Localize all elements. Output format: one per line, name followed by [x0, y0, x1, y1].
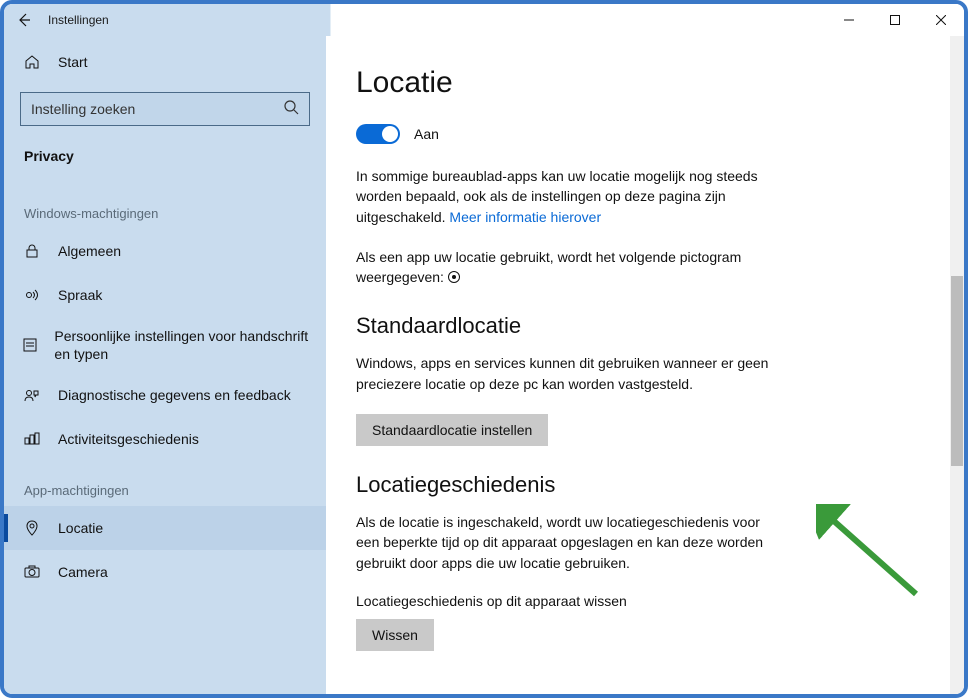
sidebar-item-camera[interactable]: Camera [4, 550, 326, 594]
back-button[interactable] [4, 4, 44, 36]
location-history-para: Als de locatie is ingeschakeld, wordt uw… [356, 512, 786, 573]
activity-icon [22, 431, 42, 447]
maximize-button[interactable] [872, 4, 918, 36]
clear-history-button[interactable]: Wissen [356, 619, 434, 651]
default-location-para: Windows, apps en services kunnen dit geb… [356, 353, 786, 394]
search-field[interactable] [31, 101, 283, 117]
home-label: Start [58, 54, 88, 70]
sidebar-item-speech[interactable]: Spraak [4, 273, 326, 317]
window-title: Instellingen [48, 13, 109, 27]
clear-history-label: Locatiegeschiedenis op dit apparaat wiss… [356, 593, 924, 609]
home-icon [22, 54, 42, 70]
default-location-heading: Standaardlocatie [356, 313, 924, 339]
location-icon-note: Als een app uw locatie gebruikt, wordt h… [356, 247, 786, 288]
titlebar: Instellingen [4, 4, 964, 36]
sidebar-item-label: Activiteitsgeschiedenis [58, 430, 199, 448]
sidebar: Start Privacy Windows-machtigingen Algem… [4, 36, 326, 694]
close-button[interactable] [918, 4, 964, 36]
sidebar-item-label: Spraak [58, 286, 102, 304]
group-windows-permissions: Windows-machtigingen [4, 184, 326, 229]
toggle-label: Aan [414, 126, 439, 142]
settings-window: Instellingen Start P [0, 0, 968, 698]
scrollbar-thumb[interactable] [951, 276, 963, 466]
arrow-left-icon [16, 12, 32, 28]
speech-icon [22, 287, 42, 303]
annotation-arrow [816, 504, 926, 604]
inking-icon [22, 337, 38, 353]
page-title: Locatie [356, 66, 924, 100]
location-icon [22, 520, 42, 536]
location-toggle[interactable] [356, 124, 400, 144]
sidebar-item-diagnostics[interactable]: Diagnostische gegevens en feedback [4, 373, 326, 417]
location-history-heading: Locatiegeschiedenis [356, 472, 924, 498]
home-button[interactable]: Start [4, 42, 326, 82]
search-input[interactable] [20, 92, 310, 126]
camera-icon [22, 564, 42, 580]
group-app-permissions: App-machtigingen [4, 461, 326, 506]
search-icon [283, 99, 299, 120]
sidebar-item-label: Locatie [58, 519, 103, 537]
sidebar-item-inking[interactable]: Persoonlijke instellingen voor handschri… [4, 317, 326, 373]
sidebar-item-label: Diagnostische gegevens en feedback [58, 386, 291, 404]
sidebar-item-general[interactable]: Algemeen [4, 229, 326, 273]
sidebar-item-location[interactable]: Locatie [4, 506, 326, 550]
scrollbar[interactable] [950, 36, 964, 694]
sidebar-item-activity[interactable]: Activiteitsgeschiedenis [4, 417, 326, 461]
sidebar-item-label: Persoonlijke instellingen voor handschri… [54, 327, 310, 363]
category-label: Privacy [4, 136, 326, 184]
content-pane: Locatie Aan In sommige bureaublad-apps k… [326, 36, 964, 694]
more-info-link[interactable]: Meer informatie hierover [449, 209, 601, 225]
window-controls [826, 4, 964, 36]
lock-icon [22, 243, 42, 259]
sidebar-item-label: Camera [58, 563, 108, 581]
sidebar-item-label: Algemeen [58, 242, 121, 260]
feedback-icon [22, 387, 42, 403]
location-in-use-icon [448, 271, 460, 283]
minimize-button[interactable] [826, 4, 872, 36]
desktop-apps-note: In sommige bureaublad-apps kan uw locati… [356, 166, 786, 227]
set-default-location-button[interactable]: Standaardlocatie instellen [356, 414, 548, 446]
